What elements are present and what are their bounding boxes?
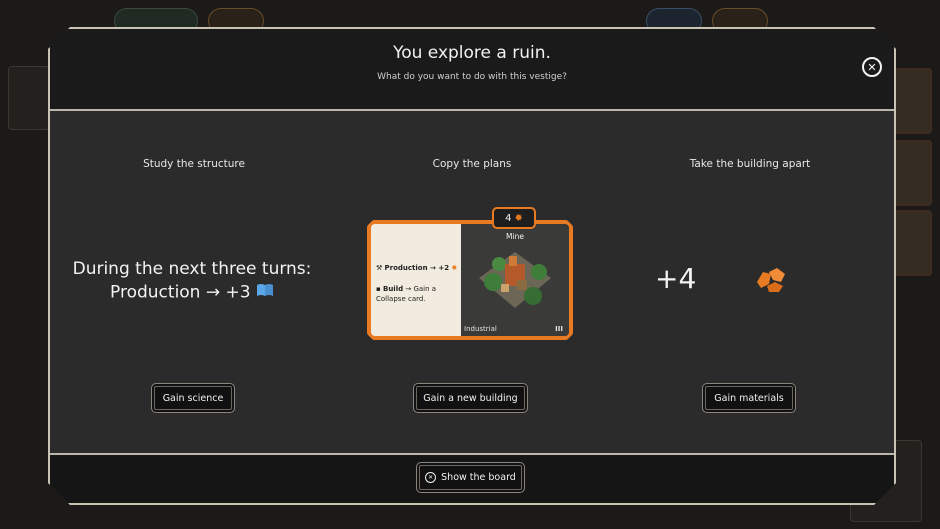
materials-amount: +4 [655, 262, 697, 295]
card-cost-badge: 4 ✹ [492, 207, 536, 229]
materials-icon: ✹ [514, 212, 523, 224]
card-art: Mine Industrial III [461, 224, 569, 336]
gain-materials-button[interactable]: Gain materials [702, 383, 796, 413]
gain-science-button[interactable]: Gain science [151, 383, 235, 413]
mine-card: ⚒ Production → +2 ✹ ▪ Build → Gain a Col… [367, 220, 573, 340]
card-type: Industrial [464, 325, 497, 333]
card-effects: ⚒ Production → +2 ✹ ▪ Build → Gain a Col… [371, 224, 461, 336]
board-tile [892, 210, 932, 276]
card-production-line: ⚒ Production → +2 ✹ [376, 264, 457, 272]
circle-x-icon: ✕ [425, 472, 437, 483]
show-board-button[interactable]: ✕ Show the board [416, 462, 525, 493]
card-tier: III [555, 325, 563, 333]
close-icon[interactable]: ✕ [862, 57, 882, 77]
card-build-label: Build [382, 285, 404, 293]
production-icon: ⚒ [376, 264, 383, 272]
book-icon [256, 281, 274, 304]
show-board-label: Show the board [441, 472, 516, 483]
materials-icon [757, 268, 785, 292]
science-effect-line2: Production → +3 [110, 282, 251, 303]
materials-effect: +4 [655, 262, 696, 295]
card-production: Production → +2 [384, 264, 450, 272]
materials-icon: ✹ [451, 264, 458, 272]
card-cost: 4 [505, 212, 512, 224]
board-tile [892, 140, 932, 206]
mine-illustration [461, 224, 569, 336]
option-title-building: Copy the plans [432, 158, 512, 170]
option-title-materials: Take the building apart [689, 158, 811, 170]
card-build-line: ▪ Build → Gain a Collapse card. [376, 284, 456, 304]
board-side-card [8, 66, 50, 130]
modal-subtitle: What do you want to do with this vestige… [377, 72, 567, 82]
gain-building-button[interactable]: Gain a new building [413, 383, 528, 413]
modal-header: You explore a ruin. What do you want to … [50, 29, 894, 111]
modal-title: You explore a ruin. [393, 43, 551, 63]
science-effect-line1: During the next three turns: [72, 259, 312, 279]
build-icon: ▪ [376, 285, 381, 293]
option-title-science: Study the structure [143, 158, 245, 170]
science-effect: During the next three turns: Production … [52, 258, 332, 305]
board-tile [892, 68, 932, 134]
